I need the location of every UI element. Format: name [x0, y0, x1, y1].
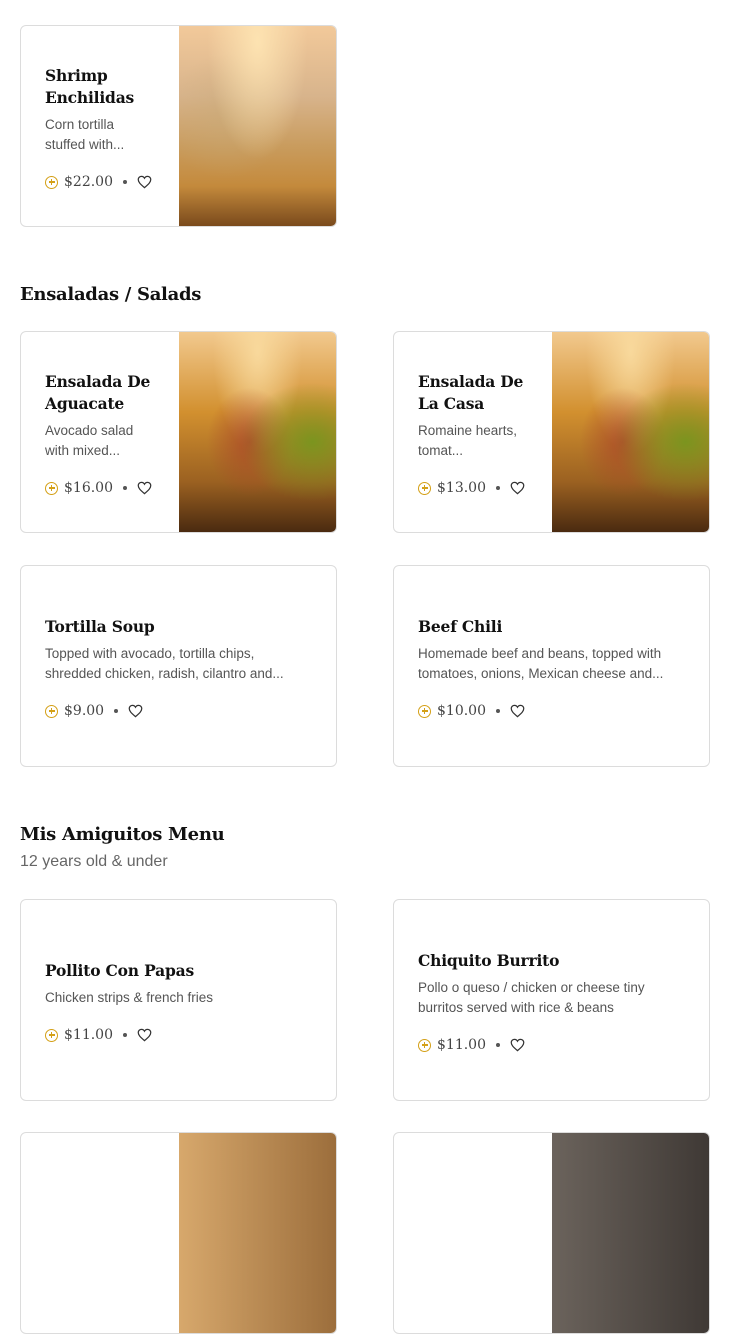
item-description: Corn tortilla stuffed with... [45, 117, 125, 152]
item-name: Shrimp Enchilidas [45, 66, 135, 107]
menu-item-card[interactable] [393, 1132, 710, 1334]
section-title: Mis Amiguitos Menu [20, 824, 225, 845]
separator-dot [496, 1043, 500, 1047]
separator-dot [496, 709, 500, 713]
heart-icon[interactable] [510, 1038, 525, 1052]
item-description: Topped with avocado, tortilla chips, shr… [45, 646, 284, 681]
item-price: $13.00 [437, 480, 486, 496]
item-price: $9.00 [64, 703, 105, 719]
plus-circle-icon[interactable] [418, 481, 431, 495]
item-name: Pollito Con Papas [45, 961, 194, 980]
heart-icon[interactable] [137, 175, 152, 189]
plus-circle-icon[interactable] [418, 704, 431, 718]
heart-icon[interactable] [137, 481, 152, 495]
heart-icon[interactable] [510, 481, 525, 495]
menu-item-card[interactable]: Shrimp Enchilidas Corn tortilla stuffed … [20, 25, 337, 227]
item-name: Ensalada De Aguacate [45, 372, 151, 413]
heart-icon[interactable] [510, 704, 525, 718]
item-description: Romaine hearts, tomat... [418, 423, 518, 458]
item-price: $16.00 [64, 480, 113, 496]
item-price: $10.00 [437, 703, 486, 719]
menu-item-card[interactable]: Pollito Con Papas Chicken strips & frenc… [20, 899, 337, 1101]
plus-circle-icon[interactable] [45, 175, 58, 189]
plus-circle-icon[interactable] [418, 1038, 431, 1052]
item-price: $11.00 [64, 1027, 113, 1043]
item-price: $11.00 [437, 1037, 486, 1053]
separator-dot [123, 180, 127, 184]
heart-icon[interactable] [137, 1028, 152, 1042]
item-description: Homemade beef and beans, topped with tom… [418, 646, 664, 681]
section-subtitle: 12 years old & under [20, 853, 168, 870]
item-name: Tortilla Soup [45, 617, 155, 636]
menu-item-card[interactable]: Ensalada De Aguacate Avocado salad with … [20, 331, 337, 533]
item-photo [179, 1133, 336, 1333]
separator-dot [114, 709, 119, 713]
menu-item-card[interactable] [20, 1132, 337, 1334]
plus-circle-icon[interactable] [45, 481, 58, 495]
item-name: Chiquito Burrito [418, 951, 560, 970]
menu-item-card[interactable]: Ensalada De La Casa Romaine hearts, toma… [393, 331, 710, 533]
item-photo [552, 1133, 709, 1333]
heart-icon[interactable] [128, 704, 143, 718]
section-title: Ensaladas / Salads [20, 284, 202, 305]
menu-item-card[interactable]: Chiquito Burrito Pollo o queso / chicken… [393, 899, 710, 1101]
item-photo [552, 332, 709, 532]
item-description: Pollo o queso / chicken or cheese tiny b… [418, 980, 645, 1015]
item-price: $22.00 [64, 174, 113, 190]
separator-dot [123, 1033, 127, 1037]
item-description: Chicken strips & french fries [45, 990, 214, 1005]
menu-item-card[interactable]: Tortilla Soup Topped with avocado, torti… [20, 565, 337, 767]
plus-circle-icon[interactable] [45, 704, 58, 718]
item-name: Beef Chili [418, 617, 503, 636]
menu-item-card[interactable]: Beef Chili Homemade beef and beans, topp… [393, 565, 710, 767]
item-name: Ensalada De La Casa [418, 372, 524, 413]
item-description: Avocado salad with mixed... [45, 423, 134, 458]
separator-dot [123, 486, 127, 490]
separator-dot [496, 486, 500, 490]
item-photo [179, 26, 336, 226]
plus-circle-icon[interactable] [45, 1028, 58, 1042]
item-photo [179, 332, 336, 532]
